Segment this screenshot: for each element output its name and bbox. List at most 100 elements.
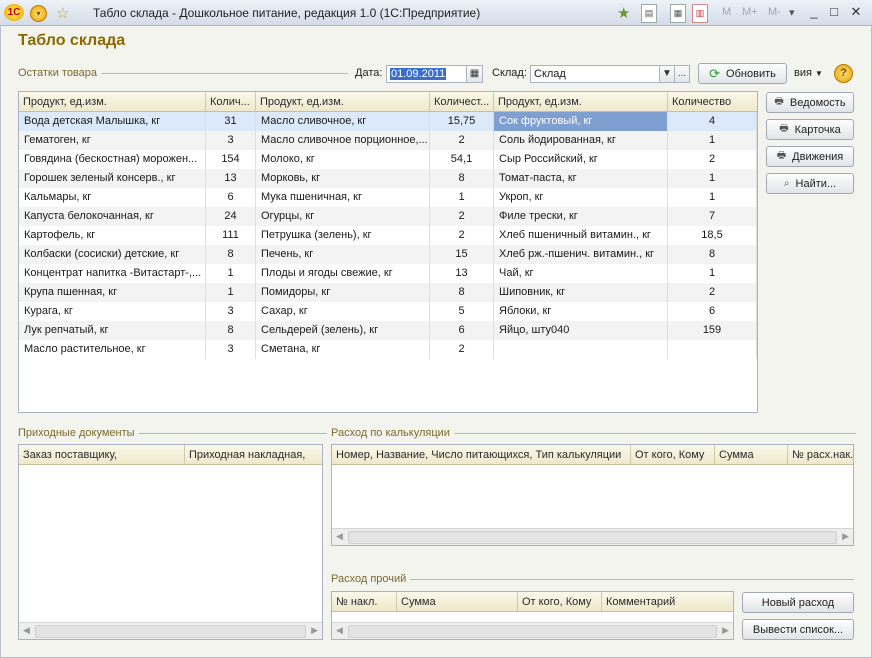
cell-product-1[interactable]: Колбаски (сосиски) детские, кг [19, 245, 206, 264]
cell-product-1[interactable]: Лук репчатый, кг [19, 321, 206, 340]
col-header-from-to[interactable]: От кого, Кому [631, 445, 715, 465]
cell-product-2[interactable]: Помидоры, кг [256, 283, 430, 302]
col-header-incoming-invoice[interactable]: Приходная накладная, [185, 445, 322, 465]
cell-product-1[interactable]: Капуста белокочанная, кг [19, 207, 206, 226]
col-header-from-to[interactable]: От кого, Кому [518, 592, 602, 612]
statement-button[interactable]: 🖶 Ведомость [766, 92, 854, 113]
refresh-button[interactable]: ⟳ Обновить [698, 63, 787, 84]
cell-product-3[interactable]: Хлеб пшеничный витамин., кг [494, 226, 668, 245]
col-header-invoice-number[interactable]: № накл. [332, 592, 397, 612]
cell-qty-3[interactable]: 18,5 [668, 226, 757, 245]
cell-qty-2[interactable]: 2 [430, 340, 494, 359]
cell-qty-1[interactable]: 3 [206, 131, 256, 150]
cell-product-3[interactable]: Укроп, кг [494, 188, 668, 207]
cell-qty-2[interactable]: 8 [430, 283, 494, 302]
cell-qty-1[interactable]: 8 [206, 245, 256, 264]
chevron-down-icon[interactable]: ▾ [789, 6, 795, 19]
cell-qty-3[interactable]: 6 [668, 302, 757, 321]
cell-qty-3[interactable]: 1 [668, 131, 757, 150]
cell-qty-3[interactable]: 7 [668, 207, 757, 226]
cell-product-1[interactable]: Кальмары, кг [19, 188, 206, 207]
scroll-right-icon[interactable]: ▶ [842, 531, 849, 542]
cell-product-1[interactable]: Концентрат напитка -Витастарт-,... [19, 264, 206, 283]
cell-qty-1[interactable]: 1 [206, 264, 256, 283]
cell-qty-1[interactable]: 3 [206, 340, 256, 359]
main-menu-icon[interactable]: ▾ [30, 5, 47, 22]
date-input[interactable]: 01.09.2011 [386, 65, 467, 83]
table-row[interactable]: Масло растительное, кг 3 Сметана, кг 2 [19, 340, 757, 359]
scroll-right-icon[interactable]: ▶ [722, 625, 729, 636]
cell-product-3[interactable]: Филе трески, кг [494, 207, 668, 226]
cell-qty-1[interactable]: 13 [206, 169, 256, 188]
cell-qty-1[interactable]: 8 [206, 321, 256, 340]
actions-menu[interactable]: вия ▼ [794, 67, 823, 79]
table-row[interactable]: Курага, кг 3 Сахар, кг 5 Яблоки, кг 6 [19, 302, 757, 321]
cell-qty-2[interactable]: 2 [430, 226, 494, 245]
table-row[interactable]: Картофель, кг 111 Петрушка (зелень), кг 2 Хл… [19, 226, 757, 245]
dropdown-chevron-icon[interactable]: ▼ [659, 65, 675, 83]
cell-qty-2[interactable]: 15 [430, 245, 494, 264]
cell-qty-3[interactable]: 8 [668, 245, 757, 264]
cell-product-3[interactable]: Томат-паста, кг [494, 169, 668, 188]
cell-qty-1[interactable]: 111 [206, 226, 256, 245]
calculator-icon[interactable]: ▦ [670, 4, 686, 23]
cell-qty-2[interactable]: 54,1 [430, 150, 494, 169]
col-header-supplier-order[interactable]: Заказ поставщику, [19, 445, 185, 465]
cell-product-2[interactable]: Мука пшеничная, кг [256, 188, 430, 207]
warehouse-select-button[interactable]: ... [674, 65, 690, 83]
horizontal-scrollbar[interactable]: ◀ ▶ [332, 622, 733, 639]
table-row[interactable]: Гематоген, кг 3 Масло сливочное порционное… [19, 131, 757, 150]
cell-product-2[interactable]: Печень, кг [256, 245, 430, 264]
memory-m-button[interactable]: M [722, 6, 731, 18]
cell-product-2[interactable]: Молоко, кг [256, 150, 430, 169]
cell-qty-3[interactable]: 2 [668, 150, 757, 169]
col-header-sum[interactable]: Сумма [397, 592, 518, 612]
table-row[interactable]: Крупа пшенная, кг 1 Помидоры, кг 8 Шиповник,… [19, 283, 757, 302]
cell-product-2[interactable]: Морковь, кг [256, 169, 430, 188]
calendar-icon[interactable]: ▥ [692, 4, 708, 23]
warehouse-input[interactable]: Склад [530, 65, 660, 83]
memory-plus-button[interactable]: M+ [742, 6, 758, 18]
cell-product-2[interactable]: Масло сливочное, кг [256, 112, 430, 131]
horizontal-scrollbar[interactable]: ◀ ▶ [19, 622, 322, 639]
scroll-left-icon[interactable]: ◀ [336, 625, 343, 636]
cell-qty-3[interactable]: 1 [668, 169, 757, 188]
col-header-product-3[interactable]: Продукт, ед.изм. [494, 92, 668, 112]
add-favorite-icon[interactable]: ★ [617, 4, 630, 22]
cell-product-3[interactable]: Чай, кг [494, 264, 668, 283]
cell-product-3[interactable]: Сок фруктовый, кг [494, 112, 668, 131]
stock-table[interactable]: Продукт, ед.изм. Колич... Продукт, ед.из… [18, 91, 758, 413]
cell-product-3[interactable] [494, 340, 668, 359]
cell-product-2[interactable]: Сельдерей (зелень), кг [256, 321, 430, 340]
cell-qty-1[interactable]: 3 [206, 302, 256, 321]
cell-qty-2[interactable]: 2 [430, 131, 494, 150]
cell-qty-2[interactable]: 6 [430, 321, 494, 340]
cell-product-1[interactable]: Гематоген, кг [19, 131, 206, 150]
table-row[interactable]: Капуста белокочанная, кг 24 Огурцы, кг 2 Фил… [19, 207, 757, 226]
cell-qty-1[interactable]: 6 [206, 188, 256, 207]
calendar-picker-icon[interactable]: ▦ [466, 65, 483, 83]
incoming-table[interactable]: Заказ поставщику, Приходная накладная, ◀… [18, 444, 323, 640]
app-logo-icon[interactable]: 1С [4, 4, 24, 21]
table-row[interactable]: Концентрат напитка -Витастарт-,... 1 Плоды… [19, 264, 757, 283]
cell-product-3[interactable]: Сыр Российский, кг [494, 150, 668, 169]
table-row[interactable]: Вода детская Малышка, кг 31 Масло сливочно… [19, 112, 757, 131]
col-header-comment[interactable]: Комментарий [602, 592, 733, 612]
cell-qty-3[interactable]: 1 [668, 264, 757, 283]
cell-product-1[interactable]: Масло растительное, кг [19, 340, 206, 359]
cell-qty-3[interactable]: 1 [668, 188, 757, 207]
cell-qty-3[interactable] [668, 340, 757, 359]
col-header-expense-number[interactable]: № расх.нак. [788, 445, 853, 465]
cell-qty-3[interactable]: 4 [668, 112, 757, 131]
cell-product-1[interactable]: Картофель, кг [19, 226, 206, 245]
maximize-icon[interactable]: □ [826, 4, 842, 20]
other-table[interactable]: № накл. Сумма От кого, Кому Комментарий … [331, 591, 734, 640]
col-header-product-2[interactable]: Продукт, ед.изм. [256, 92, 430, 112]
cell-qty-2[interactable]: 1 [430, 188, 494, 207]
memory-minus-button[interactable]: M- [768, 6, 781, 18]
cell-product-3[interactable]: Шиповник, кг [494, 283, 668, 302]
table-row[interactable]: Горошек зеленый консерв., кг 13 Морковь, к… [19, 169, 757, 188]
horizontal-scrollbar[interactable]: ◀ ▶ [332, 528, 853, 545]
cell-product-3[interactable]: Соль йодированная, кг [494, 131, 668, 150]
close-icon[interactable]: ✕ [848, 4, 864, 20]
